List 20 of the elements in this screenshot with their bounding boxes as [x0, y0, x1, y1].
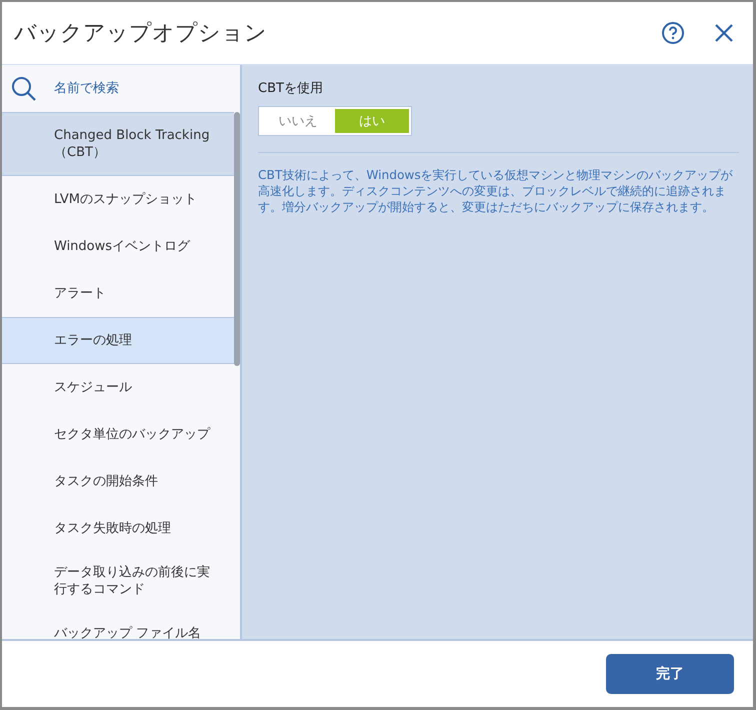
sidebar-item[interactable]: セクタ単位のバックアップ — [2, 411, 234, 458]
sidebar-item[interactable]: スケジュール — [2, 364, 234, 411]
sidebar-item[interactable]: Changed Block Tracking（CBT） — [2, 112, 234, 176]
sidebar-item[interactable]: LVMのスナップショット — [2, 176, 234, 223]
sidebar-item[interactable]: データ取り込みの前後に実行するコマンド — [2, 552, 234, 610]
search-icon — [11, 76, 37, 102]
sidebar-item[interactable]: Windowsイベントログ — [2, 223, 234, 270]
sidebar-item[interactable]: タスク失敗時の処理 — [2, 505, 234, 552]
done-button[interactable]: 完了 — [606, 654, 734, 694]
window-title: バックアップオプション — [14, 20, 268, 48]
help-icon[interactable] — [661, 21, 685, 45]
setting-label: CBTを使用 — [258, 80, 324, 97]
sidebar-item[interactable]: バックアップ ファイル名 — [2, 610, 234, 639]
search-field[interactable]: 名前で検索 — [52, 80, 206, 97]
sidebar-item[interactable]: エラーの処理 — [2, 317, 234, 364]
sidebar-item[interactable]: アラート — [2, 270, 234, 317]
sidebar-item[interactable]: タスクの開始条件 — [2, 458, 234, 505]
scrollbar-thumb[interactable] — [234, 112, 240, 366]
description-text: CBT技術によって、Windowsを実行している仮想マシンと物理マシンのバックアップが高速化します。ディスクコンテンツへの変更は、ブロックレベルで継続的に追跡されます。増分バックアップが開始すると、変更はただちにバックアップに保存されます。 — [258, 167, 734, 215]
close-icon[interactable] — [713, 22, 735, 44]
